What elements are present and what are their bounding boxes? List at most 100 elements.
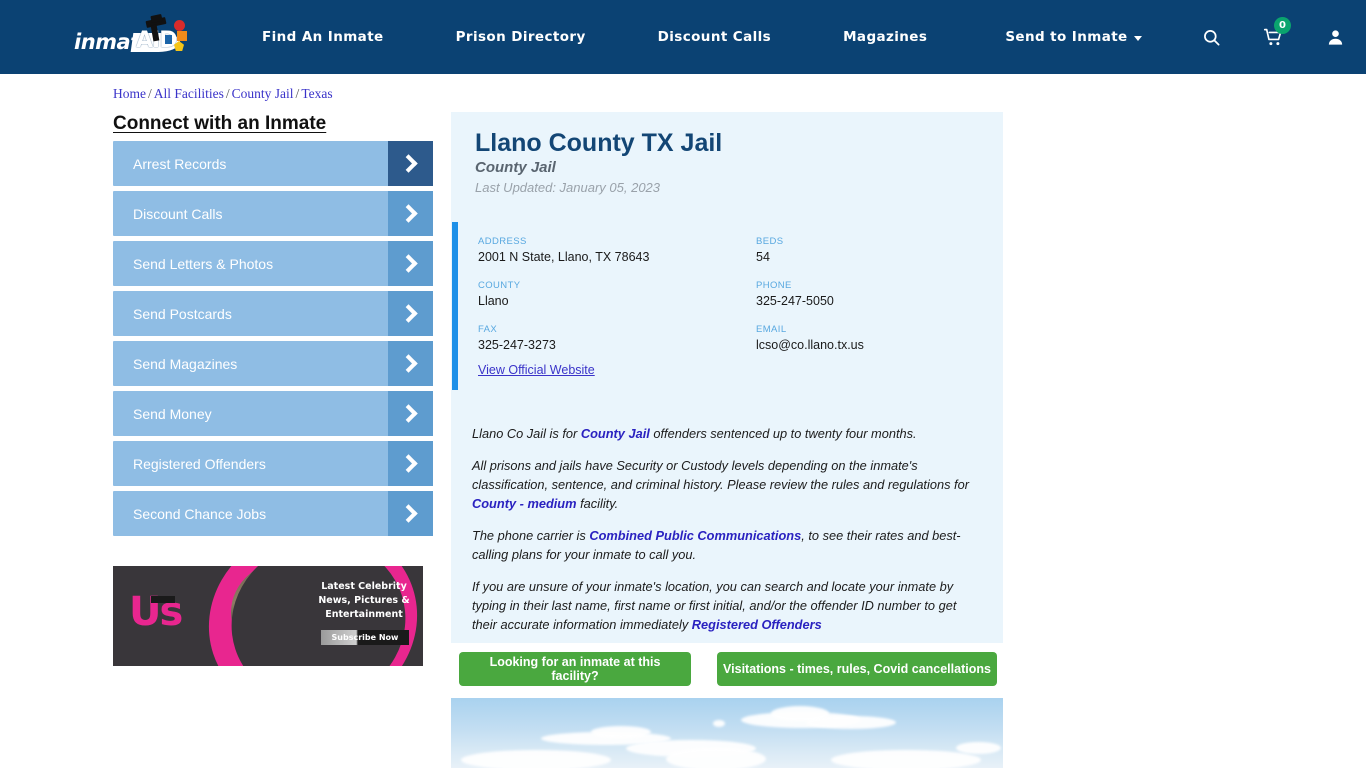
info-label: BEDS: [756, 236, 978, 247]
search-icon: [1202, 28, 1221, 47]
ad-subscribe-button[interactable]: Subscribe Now: [321, 630, 409, 645]
link-county-medium[interactable]: County - medium: [472, 496, 577, 511]
search-button[interactable]: [1180, 0, 1242, 74]
logo-orange-accent-icon: [177, 31, 187, 41]
info-row: ADDRESS 2001 N State, Llano, TX 78643 BE…: [478, 236, 978, 276]
sidebar-item-label: Registered Offenders: [113, 456, 266, 472]
facility-photo-sky: [451, 698, 1003, 768]
breadcrumb-separator: /: [226, 86, 230, 101]
sidebar-item-label: Send Postcards: [113, 306, 232, 322]
nav-item-discount-calls[interactable]: Discount Calls: [658, 29, 771, 45]
sidebar-item-second-chance-jobs[interactable]: Second Chance Jobs: [113, 491, 433, 536]
description-paragraph-3: The phone carrier is Combined Public Com…: [472, 526, 974, 564]
info-field-beds: BEDS 54: [756, 236, 978, 276]
cart-count-badge: 0: [1274, 17, 1291, 34]
site-logo[interactable]: inmate AID: [74, 17, 194, 59]
account-button[interactable]: [1304, 0, 1366, 74]
cart-button[interactable]: 0: [1242, 0, 1304, 74]
official-website-link[interactable]: View Official Website: [478, 363, 595, 377]
cloud-shape: [713, 720, 725, 727]
breadcrumb-item-county-jail[interactable]: County Jail: [232, 86, 294, 101]
sidebar-item-registered-offenders[interactable]: Registered Offenders: [113, 441, 433, 486]
info-label: ADDRESS: [478, 236, 756, 247]
info-value: 2001 N State, Llano, TX 78643: [478, 250, 756, 264]
cloud-shape: [831, 750, 981, 768]
facility-type: County Jail: [475, 159, 556, 176]
logo-blue-accent-icon: [165, 35, 172, 44]
chevron-right-icon: [388, 241, 433, 286]
sidebar-item-send-money[interactable]: Send Money: [113, 391, 433, 436]
sidebar-item-send-letters-photos[interactable]: Send Letters & Photos: [113, 241, 433, 286]
info-field-phone: PHONE 325-247-5050: [756, 280, 978, 320]
nav-item-magazines[interactable]: Magazines: [843, 29, 927, 45]
breadcrumb-separator: /: [148, 86, 152, 101]
breadcrumb-item-home[interactable]: Home: [113, 86, 146, 101]
sidebar-item-label: Arrest Records: [113, 156, 226, 172]
info-value: 54: [756, 250, 978, 264]
link-phone-carrier[interactable]: Combined Public Communications: [589, 528, 801, 543]
nav-item-send-to-inmate-label: Send to Inmate: [1005, 29, 1127, 45]
facility-info-grid: ADDRESS 2001 N State, Llano, TX 78643 BE…: [478, 236, 978, 368]
desc-p2-part-a: All prisons and jails have Security or C…: [472, 458, 969, 492]
accent-bar: [452, 222, 458, 390]
desc-p1-part-b: offenders sentenced up to twenty four mo…: [650, 426, 917, 441]
chevron-right-icon: [388, 141, 433, 186]
last-updated-text: Last Updated: January 05, 2023: [475, 180, 660, 195]
cloud-shape: [806, 716, 896, 729]
sidebar-item-label: Send Magazines: [113, 356, 237, 372]
breadcrumb: Home/All Facilities/County Jail/Texas: [113, 86, 333, 102]
sidebar-item-label: Send Money: [113, 406, 212, 422]
site-header: inmate AID Find An Inmate Prison Directo…: [0, 0, 1366, 74]
description-paragraph-1: Llano Co Jail is for County Jail offende…: [472, 424, 974, 443]
chevron-right-icon: [388, 391, 433, 436]
desc-p2-part-b: facility.: [577, 496, 619, 511]
facility-description: Llano Co Jail is for County Jail offende…: [472, 424, 974, 647]
cloud-shape: [666, 748, 766, 768]
info-label: FAX: [478, 324, 756, 335]
link-county-jail[interactable]: County Jail: [581, 426, 650, 441]
chevron-right-icon: [388, 291, 433, 336]
info-label: EMAIL: [756, 324, 978, 335]
info-field-address: ADDRESS 2001 N State, Llano, TX 78643: [478, 236, 756, 276]
info-value: 325-247-3273: [478, 338, 756, 352]
link-registered-offenders[interactable]: Registered Offenders: [692, 617, 822, 632]
info-value: lcso@co.llano.tx.us: [756, 338, 978, 352]
sidebar-item-label: Second Chance Jobs: [113, 506, 266, 522]
description-paragraph-4: If you are unsure of your inmate's locat…: [472, 577, 974, 634]
sidebar-item-label: Send Letters & Photos: [113, 256, 273, 272]
cloud-shape: [956, 742, 1001, 754]
visitations-button[interactable]: Visitations - times, rules, Covid cancel…: [717, 652, 997, 686]
cloud-shape: [461, 750, 611, 768]
nav-item-prison-directory[interactable]: Prison Directory: [456, 29, 586, 45]
ad-headline: Latest Celebrity News, Pictures & Entert…: [311, 580, 417, 621]
info-value: 325-247-5050: [756, 294, 978, 308]
page-title: Llano County TX Jail: [475, 129, 722, 158]
info-row: COUNTY Llano PHONE 325-247-5050: [478, 280, 978, 320]
chevron-right-icon: [388, 441, 433, 486]
nav-item-send-to-inmate[interactable]: Send to Inmate: [1005, 29, 1141, 45]
breadcrumb-item-texas[interactable]: Texas: [301, 86, 332, 101]
info-value: Llano: [478, 294, 756, 308]
sidebar-item-send-magazines[interactable]: Send Magazines: [113, 341, 433, 386]
desc-p3-part-a: The phone carrier is: [472, 528, 589, 543]
header-icon-group: 0: [1180, 0, 1366, 74]
sidebar-item-discount-calls[interactable]: Discount Calls: [113, 191, 433, 236]
info-field-county: COUNTY Llano: [478, 280, 756, 320]
sidebar-item-send-postcards[interactable]: Send Postcards: [113, 291, 433, 336]
chevron-right-icon: [388, 191, 433, 236]
advertisement-banner[interactable]: Us Latest Celebrity News, Pictures & Ent…: [113, 566, 423, 666]
chevron-right-icon: [388, 341, 433, 386]
user-icon: [1326, 28, 1345, 47]
inmate-lookup-button[interactable]: Looking for an inmate at this facility?: [459, 652, 691, 686]
description-paragraph-2: All prisons and jails have Security or C…: [472, 456, 974, 513]
breadcrumb-item-all-facilities[interactable]: All Facilities: [154, 86, 224, 101]
sidebar-item-arrest-records[interactable]: Arrest Records: [113, 141, 433, 186]
main-navigation: Find An Inmate Prison Directory Discount…: [262, 0, 1142, 74]
chevron-right-icon: [388, 491, 433, 536]
ad-brand-logo-bar: [151, 596, 175, 603]
facility-panel: Llano County TX Jail County Jail Last Up…: [451, 112, 1003, 643]
chevron-down-icon: [1134, 36, 1142, 41]
desc-p1-part-a: Llano Co Jail is for: [472, 426, 581, 441]
nav-item-find-an-inmate[interactable]: Find An Inmate: [262, 29, 384, 45]
info-field-email: EMAIL lcso@co.llano.tx.us: [756, 324, 978, 364]
